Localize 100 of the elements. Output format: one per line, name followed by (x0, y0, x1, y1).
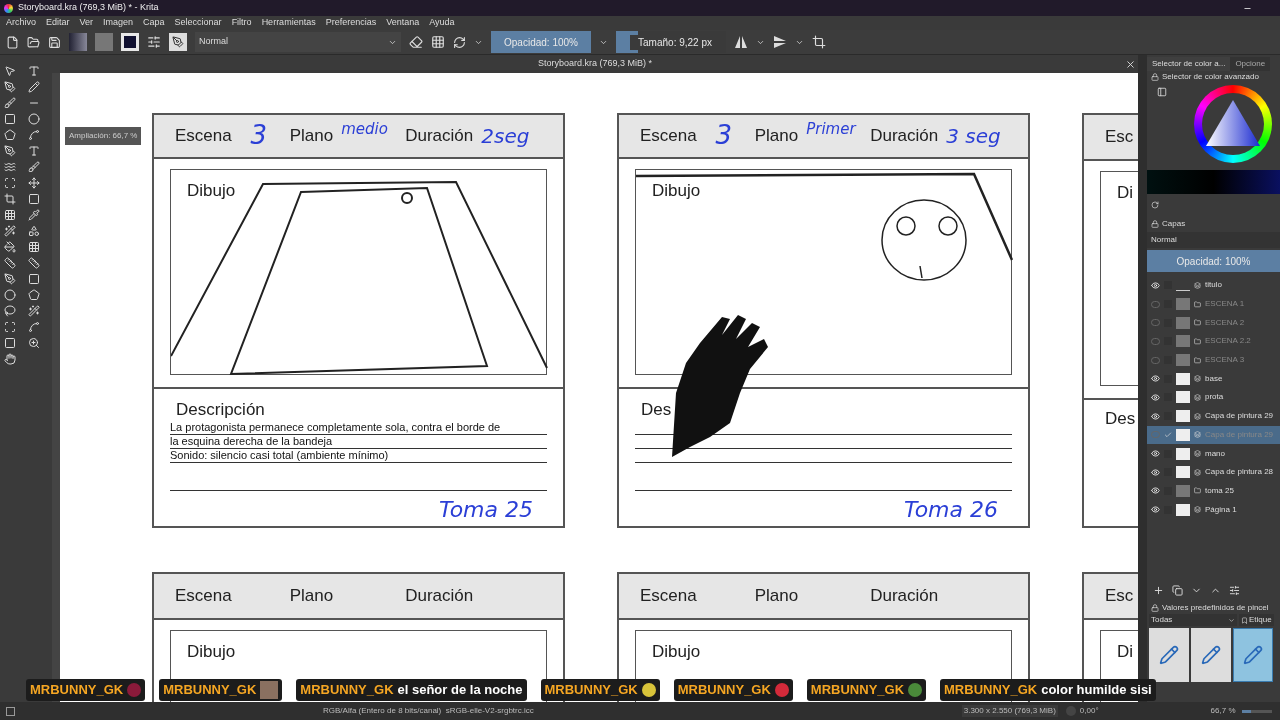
curve-icon[interactable] (28, 129, 40, 141)
brush-settings-icon[interactable] (147, 35, 161, 49)
status-icon[interactable] (6, 706, 15, 716)
menu-item[interactable]: Imagen (103, 16, 134, 30)
menu-item[interactable]: Capa (143, 16, 165, 30)
eraser-icon[interactable] (409, 35, 423, 49)
layer-blend-dropdown[interactable]: Normal (1147, 232, 1280, 248)
ellipse-select-icon[interactable] (4, 289, 16, 301)
polygon-icon[interactable] (4, 129, 16, 141)
eye-icon[interactable] (1151, 486, 1160, 496)
reload-icon[interactable] (453, 35, 466, 49)
pipette-icon[interactable] (28, 209, 40, 221)
properties-icon[interactable] (1229, 584, 1240, 596)
eye-icon[interactable] (1151, 374, 1160, 384)
eye-icon[interactable] (1151, 467, 1160, 477)
layer-row[interactable]: prota (1147, 388, 1280, 407)
bucket-icon[interactable] (4, 241, 16, 253)
lock-icon[interactable] (1151, 73, 1159, 81)
rect-select-icon[interactable] (28, 273, 40, 285)
lock-icon[interactable] (1151, 604, 1159, 612)
pen-icon[interactable] (4, 81, 16, 93)
menu-item[interactable]: Archivo (6, 16, 36, 30)
mirror-horizontal-icon[interactable] (734, 35, 748, 49)
bezier-select-icon[interactable] (28, 321, 40, 333)
magic-select-icon[interactable] (28, 305, 40, 317)
wand-icon[interactable] (4, 225, 16, 237)
calligraphy-icon[interactable] (28, 145, 40, 157)
docker-tab[interactable]: Selector de color a... (1147, 57, 1231, 71)
lasso-icon[interactable] (4, 305, 16, 317)
panel-icon[interactable] (1157, 87, 1167, 97)
pointer-icon[interactable] (4, 65, 16, 77)
menu-item[interactable]: Ventana (386, 16, 420, 30)
slider[interactable]: Opacidad: 100% (1147, 250, 1280, 272)
menu-item[interactable]: Ver (79, 16, 94, 30)
docker-tab[interactable]: Opcione (1230, 57, 1271, 71)
check-icon[interactable] (1164, 430, 1172, 439)
hand-icon[interactable] (4, 353, 16, 365)
pin-icon[interactable] (4, 273, 16, 285)
folder-icon[interactable] (27, 35, 40, 49)
menu-item[interactable]: Filtro (231, 16, 252, 30)
brush-preset[interactable] (1149, 628, 1189, 682)
wrap-around-icon[interactable] (812, 35, 826, 49)
eye-icon[interactable] (1151, 392, 1160, 402)
blend-mode-dropdown[interactable]: Normal (195, 32, 401, 52)
measure-icon[interactable] (28, 257, 40, 269)
zoom-slider[interactable] (1241, 709, 1272, 713)
tag-button[interactable]: Etique (1239, 614, 1274, 626)
mirror-vertical-icon[interactable] (773, 35, 787, 49)
menu-item[interactable]: Preferencias (325, 16, 377, 30)
layer-row[interactable]: Página 1 (1147, 500, 1280, 519)
layer-row[interactable]: Capa de pintura 28 (1147, 462, 1280, 482)
brush-icon[interactable] (4, 97, 16, 109)
layer-row[interactable]: base (1147, 369, 1280, 389)
ellipse-icon[interactable] (28, 113, 40, 125)
pencil-icon[interactable] (28, 81, 40, 93)
pattern-swatch[interactable] (95, 33, 113, 51)
rectangle-icon[interactable] (4, 113, 16, 125)
eye-icon[interactable] (1151, 411, 1160, 421)
gradient-swatch[interactable] (69, 33, 87, 51)
preset-filter-dropdown[interactable]: Todas (1149, 614, 1237, 626)
shapes-icon[interactable] (28, 225, 40, 237)
eye-icon[interactable] (1151, 449, 1160, 459)
save-icon[interactable] (48, 35, 61, 49)
color-swatch[interactable] (121, 33, 139, 51)
refresh-icon[interactable] (1151, 201, 1159, 209)
add-icon[interactable] (1153, 584, 1164, 596)
duplicate-icon[interactable] (1172, 584, 1183, 596)
frame-icon[interactable] (28, 193, 40, 205)
caret-icon[interactable] (1228, 616, 1235, 624)
ruler-icon[interactable] (4, 257, 16, 269)
layer-row[interactable]: toma 25 (1147, 481, 1280, 501)
pattern-icon[interactable] (28, 241, 40, 253)
lock-icon[interactable] (1151, 220, 1159, 228)
zoom-icon[interactable] (28, 337, 40, 349)
bezier-icon[interactable] (4, 145, 16, 157)
brush-preset-thumbnail[interactable] (169, 33, 187, 51)
brush-preset[interactable] (1233, 628, 1273, 682)
transform-icon[interactable] (4, 177, 16, 189)
text-tool-icon[interactable] (28, 65, 40, 77)
layer-row[interactable]: Capa de pintura 29 (1147, 406, 1280, 426)
new-file-icon[interactable] (6, 35, 19, 49)
crop-icon[interactable] (4, 193, 16, 205)
menu-item[interactable]: Herramientas (261, 16, 316, 30)
color-sliders[interactable] (1147, 170, 1280, 194)
wave-icon[interactable] (4, 161, 16, 173)
menu-item[interactable]: Seleccionar (174, 16, 222, 30)
polygon-select-icon[interactable] (28, 289, 40, 301)
color-triangle[interactable] (1206, 100, 1260, 148)
close-icon[interactable] (1125, 58, 1136, 70)
layer-row[interactable]: titulo (1147, 276, 1280, 295)
brush-preset[interactable] (1191, 628, 1231, 682)
eye-icon[interactable] (1151, 280, 1160, 290)
move-icon[interactable] (28, 177, 40, 189)
slider[interactable]: Opacidad: 100% (491, 31, 591, 53)
eye-icon[interactable] (1151, 505, 1160, 515)
menu-item[interactable]: Ayuda (429, 16, 455, 30)
layer-row[interactable]: mano (1147, 444, 1280, 463)
checkerboard-icon[interactable] (431, 35, 445, 49)
multibrush-icon[interactable] (28, 161, 40, 173)
menu-item[interactable]: Editar (46, 16, 70, 30)
